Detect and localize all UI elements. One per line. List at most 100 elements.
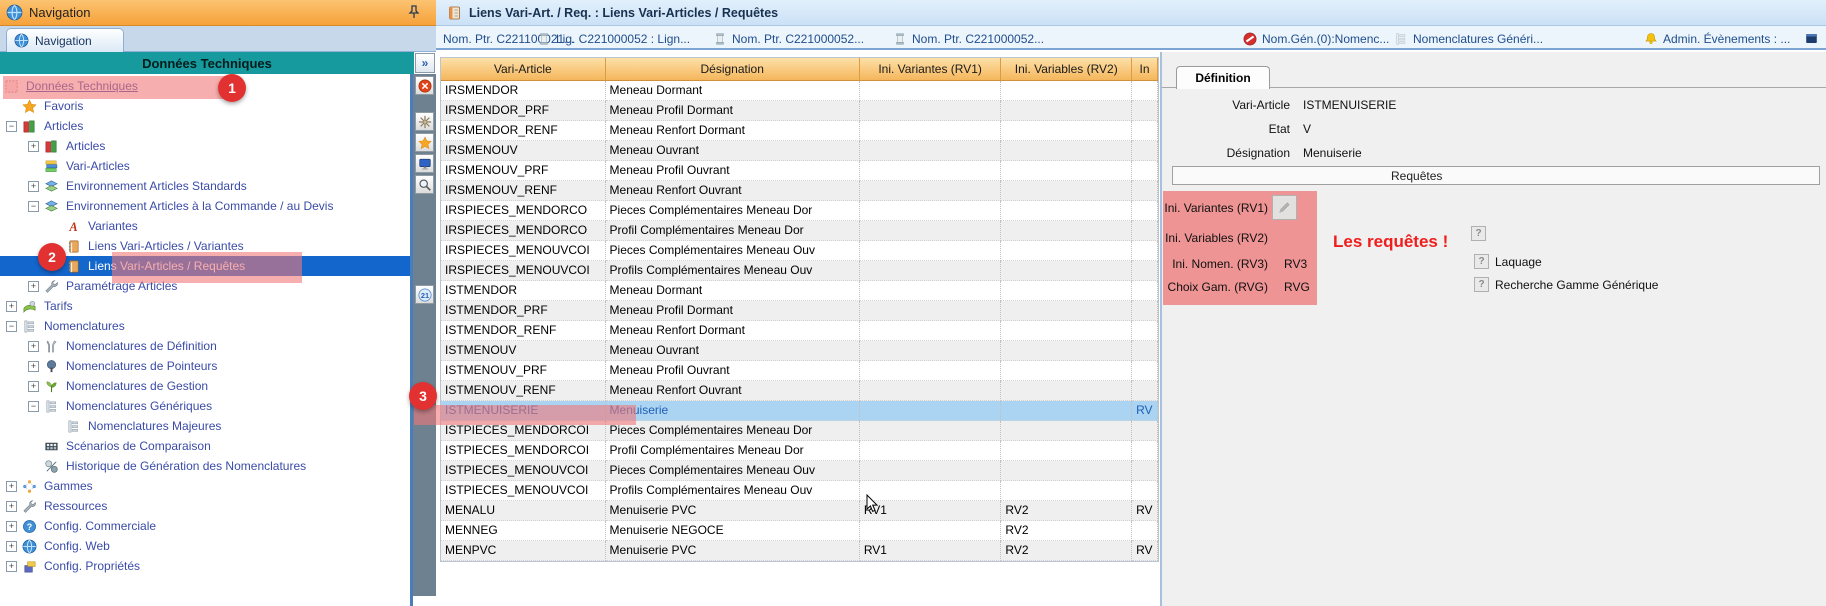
tree-item-config-web[interactable]: +Config. Web xyxy=(6,536,113,556)
doc-tab-6[interactable]: Nomenclatures Généri... xyxy=(1394,29,1543,48)
tree-item-gammes[interactable]: +Gammes xyxy=(6,476,96,496)
table-row[interactable]: IRSPIECES_MENDORCOPieces Complémentaires… xyxy=(441,201,1158,221)
expand-icon[interactable]: + xyxy=(6,501,17,512)
column-header-2[interactable]: Désignation xyxy=(606,58,860,80)
table-row[interactable]: IRSPIECES_MENDORCOProfil Complémentaires… xyxy=(441,221,1158,241)
monitor-button[interactable] xyxy=(415,154,434,173)
tree-item-nomenclatures-majeures[interactable]: Nomenclatures Majeures xyxy=(66,416,224,436)
field-label: Vari-Article xyxy=(1164,98,1290,112)
pin-icon[interactable] xyxy=(406,4,422,20)
doc-tab-7[interactable]: Admin. Évènements : ... xyxy=(1644,29,1790,48)
column-header-3[interactable]: Ini. Variantes (RV1) xyxy=(860,58,1002,80)
expand-icon[interactable]: + xyxy=(28,141,39,152)
table-row[interactable]: IRSMENDOR_PRFMeneau Profil Dormant xyxy=(441,101,1158,121)
table-row[interactable]: ISTMENOUVMeneau Ouvrant xyxy=(441,341,1158,361)
gear-button[interactable] xyxy=(415,112,434,131)
table-row[interactable]: IRSMENDORMeneau Dormant xyxy=(441,81,1158,101)
table-cell xyxy=(860,321,1002,341)
tree-item-historique-de-g-n-ration-des-nomenclatures[interactable]: Historique de Génération des Nomenclatur… xyxy=(44,456,309,476)
table-row[interactable]: IRSPIECES_MENOUVCOIProfils Complémentair… xyxy=(441,261,1158,281)
table-row[interactable]: IRSMENDOR_RENFMeneau Renfort Dormant xyxy=(441,121,1158,141)
doc-tab-4[interactable]: Nom. Ptr. C221000052... xyxy=(893,29,1044,48)
tree-item-vari-articles[interactable]: Vari-Articles xyxy=(44,156,133,176)
help-question-button[interactable]: ? xyxy=(1474,277,1489,292)
tab-definition[interactable]: Définition xyxy=(1176,66,1270,89)
query-label: Ini. Variantes (RV1) xyxy=(1164,201,1268,215)
doc-tab-3[interactable]: Nom. Ptr. C221000052... xyxy=(713,29,864,48)
expand-icon[interactable]: + xyxy=(6,541,17,552)
table-cell: ISTPIECES_MENOUVCOI xyxy=(441,481,606,501)
table-row[interactable]: MENNEGMenuiserie NEGOCERV2 xyxy=(441,521,1158,541)
collapse-icon[interactable]: − xyxy=(6,121,17,132)
table-row[interactable]: IRSMENOUV_RENFMeneau Renfort Ouvrant xyxy=(441,181,1158,201)
tab-navigation[interactable]: Navigation xyxy=(6,28,124,52)
help-question-button[interactable]: ? xyxy=(1471,226,1486,241)
search-button[interactable] xyxy=(415,175,434,194)
doc-tab-label: Nomenclatures Généri... xyxy=(1413,32,1543,46)
tree-item-variantes[interactable]: AVariantes xyxy=(66,216,141,236)
expand-icon[interactable]: + xyxy=(6,521,17,532)
doc-tab-5[interactable]: Nom.Gén.(0):Nomenc... xyxy=(1243,29,1389,48)
tree-item-environnement-articles-la-commande-au-devis[interactable]: −Environnement Articles à la Commande / … xyxy=(28,196,336,216)
expand-icon[interactable]: + xyxy=(28,281,39,292)
doc-tab-label: Nom. Ptr. C221000052... xyxy=(912,32,1044,46)
collapse-panel-button[interactable]: » xyxy=(415,53,435,73)
table-cell: Meneau Ouvrant xyxy=(606,141,860,161)
help-question-button[interactable]: ? xyxy=(1474,254,1489,269)
gear-icon xyxy=(418,115,432,129)
table-row[interactable]: ISTPIECES_MENDORCOIProfil Complémentaire… xyxy=(441,441,1158,461)
expand-icon[interactable]: + xyxy=(28,181,39,192)
doc-tab-2[interactable]: Lig. C221000052 : Lign... xyxy=(537,29,690,48)
table-cell: Meneau Renfort Dormant xyxy=(606,321,860,341)
doc-tab-label: Nom.Gén.(0):Nomenc... xyxy=(1262,32,1389,46)
table-row[interactable]: ISTMENDOR_PRFMeneau Profil Dormant xyxy=(441,301,1158,321)
tree-item-nomenclatures-de-d-finition[interactable]: +Nomenclatures de Définition xyxy=(28,336,220,356)
tree-item-environnement-articles-standards[interactable]: +Environnement Articles Standards xyxy=(28,176,250,196)
layers-icon xyxy=(44,179,59,194)
expand-icon[interactable]: + xyxy=(6,561,17,572)
tree-item-nomenclatures[interactable]: −Nomenclatures xyxy=(6,316,128,336)
column-header-1[interactable]: Vari-Article xyxy=(441,58,606,80)
tree-item-nomenclatures-de-pointeurs[interactable]: +Nomenclatures de Pointeurs xyxy=(28,356,220,376)
window-list-button[interactable] xyxy=(1804,29,1819,48)
z1-button[interactable]: 21 xyxy=(415,285,434,304)
query-edit-button[interactable] xyxy=(1272,195,1297,220)
table-cell: Meneau Dormant xyxy=(606,281,860,301)
expand-icon[interactable]: + xyxy=(28,341,39,352)
column-header-4[interactable]: Ini. Variables (RV2) xyxy=(1001,58,1132,80)
tree-item-config-propri-t-s[interactable]: +Config. Propriétés xyxy=(6,556,143,576)
tree-item-nomenclatures-de-gestion[interactable]: +Nomenclatures de Gestion xyxy=(28,376,211,396)
table-row[interactable]: ISTMENDOR_RENFMeneau Renfort Dormant xyxy=(441,321,1158,341)
expand-icon[interactable]: + xyxy=(28,381,39,392)
expand-icon[interactable]: + xyxy=(6,301,17,312)
expand-icon[interactable]: + xyxy=(28,361,39,372)
tree-item-nomenclatures-g-n-riques[interactable]: − Nomenclatures Génériques xyxy=(28,396,215,416)
table-row[interactable]: ISTMENDORMeneau Dormant xyxy=(441,281,1158,301)
table-row[interactable]: ISTPIECES_MENOUVCOIProfils Complémentair… xyxy=(441,481,1158,501)
table-cell: IRSPIECES_MENDORCO xyxy=(441,221,606,241)
expand-icon[interactable]: + xyxy=(6,481,17,492)
table-row[interactable]: MENALUMenuiserie PVCRV1RV2RV xyxy=(441,501,1158,521)
tree-item-favoris[interactable]: Favoris xyxy=(22,96,86,116)
table-row[interactable]: IRSMENOUV_PRFMeneau Profil Ouvrant xyxy=(441,161,1158,181)
collapse-icon[interactable]: − xyxy=(28,401,39,412)
tree-item-config-commerciale[interactable]: +?Config. Commerciale xyxy=(6,516,159,536)
table-row[interactable]: ISTPIECES_MENOUVCOIPieces Complémentaire… xyxy=(441,461,1158,481)
table-row[interactable]: MENPVCMenuiserie PVCRV1RV2RV xyxy=(441,541,1158,561)
tree-item-articles[interactable]: −Articles xyxy=(6,116,86,136)
tree-item-tarifs[interactable]: +Tarifs xyxy=(6,296,76,316)
favorites-button[interactable] xyxy=(415,133,434,152)
collapse-icon[interactable]: − xyxy=(28,201,39,212)
table-row[interactable]: ISTMENOUV_PRFMeneau Profil Ouvrant xyxy=(441,361,1158,381)
close-button[interactable] xyxy=(415,76,434,95)
column-header-5[interactable]: In xyxy=(1132,58,1158,80)
tree-item-ressources[interactable]: +Ressources xyxy=(6,496,110,516)
tree-item-articles[interactable]: +Articles xyxy=(28,136,108,156)
collapse-icon[interactable]: − xyxy=(6,321,17,332)
table-cell: IRSMENDOR xyxy=(441,81,606,101)
table-row[interactable]: IRSPIECES_MENOUVCOIPieces Complémentaire… xyxy=(441,241,1158,261)
tree-item-label: Nomenclatures Génériques xyxy=(63,399,215,413)
table-row[interactable]: IRSMENOUVMeneau Ouvrant xyxy=(441,141,1158,161)
tree-item-sc-narios-de-comparaison[interactable]: Scénarios de Comparaison xyxy=(44,436,214,456)
table-row[interactable]: ISTMENOUV_RENFMeneau Renfort Ouvrant xyxy=(441,381,1158,401)
